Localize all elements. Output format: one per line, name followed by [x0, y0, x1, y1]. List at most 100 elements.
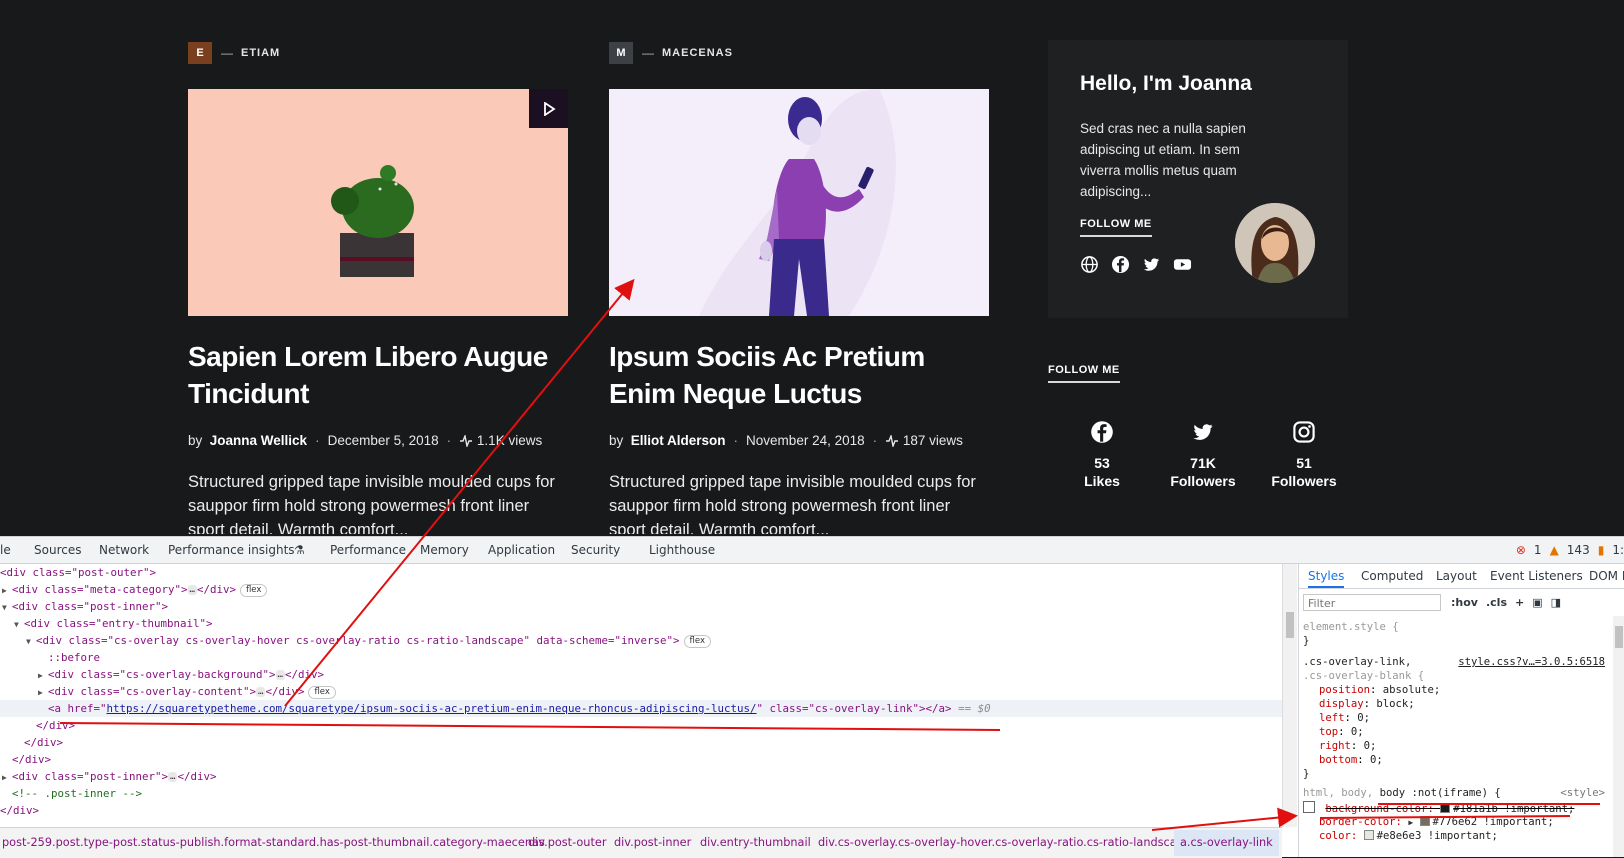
post-excerpt: Structured gripped tape invisible moulde… — [609, 473, 976, 534]
facebook-icon[interactable] — [1111, 255, 1130, 274]
dom-node[interactable]: ▼ <div class="cs-overlay cs-overlay-hover… — [26, 632, 711, 649]
property-checkbox[interactable] — [1303, 801, 1315, 813]
dom-node[interactable]: ▼ <div class="post-inner"> — [2, 598, 168, 615]
post-author[interactable]: Elliot Alderson — [631, 433, 726, 448]
youtube-icon[interactable] — [1173, 255, 1192, 274]
post-category[interactable]: E — ETIAM — [188, 42, 280, 64]
post-title[interactable]: Ipsum Sociis Ac Pretium Enim Neque Luctu… — [609, 338, 989, 412]
tab-security[interactable]: Security — [571, 543, 620, 557]
tab-memory[interactable]: Memory — [420, 543, 469, 557]
about-text: Sed cras nec a nulla sapien adipiscing u… — [1080, 121, 1246, 199]
styles-toolbar: Filter :hov .cls + ▣ ◨ — [1299, 590, 1624, 616]
color-swatch[interactable] — [1419, 816, 1430, 826]
category-dash: — — [221, 46, 233, 60]
dom-comment[interactable]: <!-- .post-inner --> — [12, 785, 142, 802]
style-property[interactable]: border-color: ▶ #776e62 !important; — [1319, 815, 1554, 829]
color-swatch[interactable] — [1363, 830, 1374, 840]
category-letter: M — [609, 42, 633, 64]
facebook-counter[interactable]: 53 Likes — [1057, 420, 1147, 490]
dom-node[interactable]: </div> — [0, 802, 39, 819]
post-title[interactable]: Sapien Lorem Libero Augue Tincidunt — [188, 338, 568, 412]
dom-node[interactable]: <div class="post-outer"> — [0, 564, 156, 581]
dom-node[interactable]: </div> — [24, 734, 63, 751]
facebook-icon — [1090, 420, 1114, 444]
tab-layout[interactable]: Layout — [1436, 569, 1477, 583]
tab-network[interactable]: Network — [99, 543, 149, 557]
twitter-icon — [1191, 420, 1215, 444]
dom-node[interactable]: ::before — [48, 649, 100, 666]
dom-node[interactable]: </div> — [36, 717, 75, 734]
play-icon — [543, 101, 556, 116]
paint-icon[interactable]: ▣ — [1532, 596, 1542, 609]
tab-event-listeners[interactable]: Event Listeners — [1490, 569, 1583, 583]
dom-tree: <div class="post-outer"> ▶ <div class="me… — [0, 564, 1282, 825]
dom-node[interactable]: ▶ <div class="meta-category">… </div> flex — [2, 581, 268, 598]
hov-toggle[interactable]: :hov — [1451, 596, 1478, 609]
counter-label: Followers — [1170, 473, 1236, 489]
tab-computed[interactable]: Computed — [1361, 569, 1423, 583]
category-name[interactable]: ETIAM — [241, 47, 280, 59]
color-swatch[interactable] — [1440, 803, 1451, 813]
tab-application[interactable]: Application — [488, 543, 555, 557]
breadcrumb-item[interactable]: div.entry-thumbnail — [700, 836, 811, 849]
breadcrumb-item[interactable]: div.post-outer — [528, 836, 607, 849]
info-count: 1: — [1612, 543, 1624, 557]
play-button[interactable] — [529, 89, 568, 128]
breadcrumb-item[interactable]: post-259.post.type-post.status-publish.f… — [2, 836, 545, 849]
post-author[interactable]: Joanna Wellick — [210, 433, 307, 448]
instagram-counter[interactable]: 51 Followers — [1259, 420, 1349, 490]
rule-selector[interactable]: .cs-overlay-link, style.css?v…=3.0.5:651… — [1303, 655, 1613, 669]
style-property-disabled[interactable]: background-color: #181a1b !important; — [1303, 801, 1574, 815]
error-icon: ⊗ — [1515, 543, 1526, 557]
tab-console[interactable]: le — [0, 543, 11, 557]
rule-source-link[interactable]: style.css?v…=3.0.5:6518 — [1458, 655, 1605, 669]
social-links — [1080, 255, 1192, 274]
category-dash: — — [642, 46, 654, 60]
globe-icon[interactable] — [1080, 255, 1099, 274]
style-property[interactable]: bottom: 0; — [1319, 753, 1383, 767]
rule-selector[interactable]: html, body, body :not(iframe) { <style> — [1303, 786, 1613, 800]
category-name[interactable]: MAECENAS — [662, 47, 733, 59]
warning-icon: ▲ — [1549, 543, 1559, 557]
man-with-phone-illustration — [699, 89, 896, 316]
counter-count: 53 — [1094, 455, 1110, 471]
style-property[interactable]: color: #e8e6e3 !important; — [1319, 829, 1498, 843]
sidebar-toggle-icon[interactable]: ◨ — [1551, 596, 1561, 609]
twitter-icon[interactable] — [1142, 255, 1161, 274]
issue-counters[interactable]: ⊗ 1 ▲ 143 ▮ 1: — [1516, 543, 1624, 557]
twitter-counter[interactable]: 71K Followers — [1158, 420, 1248, 490]
dom-node[interactable]: ▶ <div class="post-inner">… </div> — [2, 768, 216, 785]
breadcrumb-item[interactable]: div.post-inner — [614, 836, 691, 849]
style-property[interactable]: right: 0; — [1319, 739, 1376, 753]
style-property[interactable]: position: absolute; — [1319, 683, 1440, 697]
post-thumbnail[interactable] — [188, 89, 568, 316]
element-style-rule[interactable]: element.style { — [1303, 620, 1399, 634]
dom-node[interactable]: ▶ <div class="cs-overlay-background">… </d… — [38, 666, 324, 683]
dom-scrollbar[interactable] — [1282, 564, 1297, 827]
style-property[interactable]: top: 0; — [1319, 725, 1364, 739]
tab-performance-insights[interactable]: Performance insights — [168, 543, 295, 557]
style-property[interactable]: display: block; — [1319, 697, 1415, 711]
tab-performance[interactable]: Performance — [330, 543, 406, 557]
post-meta: by Elliot Alderson · November 24, 2018 ·… — [609, 433, 963, 448]
breadcrumb-item-selected[interactable]: a.cs-overlay-link — [1174, 830, 1279, 856]
overlay-link-href[interactable]: https://squaretypetheme.com/squaretype/i… — [107, 702, 757, 715]
tab-sources[interactable]: Sources — [34, 543, 81, 557]
cls-toggle[interactable]: .cls — [1486, 596, 1507, 609]
styles-filter-input[interactable]: Filter — [1303, 594, 1441, 611]
website-viewport: E — ETIAM Sapien Lorem Libero Augue Tinc… — [0, 0, 1624, 534]
style-property[interactable]: left: 0; — [1319, 711, 1370, 725]
dom-node[interactable]: ▶ <div class="cs-overlay-content">… </div>… — [38, 683, 336, 700]
post-thumbnail[interactable] — [609, 89, 989, 316]
breadcrumb-item[interactable]: div.cs-overlay.cs-overlay-hover.cs-overl… — [818, 836, 1191, 849]
dom-node-selected[interactable]: <a href="https://squaretypetheme.com/squ… — [0, 700, 1282, 717]
tab-lighthouse[interactable]: Lighthouse — [649, 543, 715, 557]
post-category[interactable]: M — MAECENAS — [609, 42, 733, 64]
dom-node[interactable]: </div> — [12, 751, 51, 768]
tab-styles[interactable]: Styles — [1308, 569, 1345, 588]
add-rule-icon[interactable]: + — [1515, 596, 1524, 609]
tab-dom-breakpoints[interactable]: DOM B — [1589, 569, 1624, 583]
rule-selector-2[interactable]: .cs-overlay-blank { — [1303, 669, 1424, 683]
dom-node[interactable]: ▼ <div class="entry-thumbnail"> — [14, 615, 213, 632]
styles-scrollbar[interactable] — [1613, 616, 1624, 857]
